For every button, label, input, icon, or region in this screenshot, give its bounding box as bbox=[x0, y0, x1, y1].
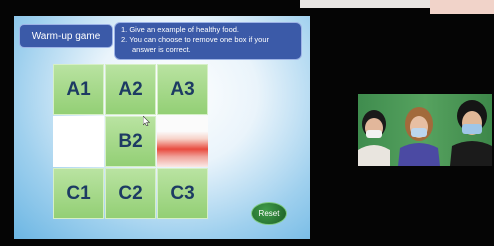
tile-a2[interactable]: A2 bbox=[105, 64, 156, 115]
tile-grid: A1 A2 A3 B2 C1 C2 C3 bbox=[53, 64, 209, 220]
participants-image bbox=[358, 100, 492, 166]
instruction-1: 1. Give an example of healthy food. bbox=[121, 25, 239, 34]
instruction-2: 2. You can choose to remove one box if y… bbox=[121, 35, 270, 44]
tile-a1[interactable]: A1 bbox=[53, 64, 104, 115]
participant-left bbox=[358, 110, 390, 166]
presentation-slide: Warm-up game 1. Give an example of healt… bbox=[14, 16, 310, 239]
participant-middle bbox=[398, 107, 440, 166]
window-edge bbox=[300, 0, 430, 8]
participant-right bbox=[450, 100, 492, 166]
revealed-food-image bbox=[157, 116, 208, 167]
removed-tile-b1 bbox=[53, 116, 104, 167]
mouse-pointer-icon bbox=[143, 116, 150, 126]
tile-c3[interactable]: C3 bbox=[157, 168, 208, 219]
tile-c2[interactable]: C2 bbox=[105, 168, 156, 219]
tile-a3[interactable]: A3 bbox=[157, 64, 208, 115]
instructions-box: 1. Give an example of healthy food. 2. Y… bbox=[114, 22, 302, 60]
window-edge-accent bbox=[430, 0, 494, 14]
video-feed bbox=[358, 94, 492, 166]
tile-c1[interactable]: C1 bbox=[53, 168, 104, 219]
slide-title: Warm-up game bbox=[19, 24, 113, 48]
reset-button[interactable]: Reset bbox=[251, 202, 287, 225]
instruction-2-cont: answer is correct. bbox=[132, 45, 191, 54]
